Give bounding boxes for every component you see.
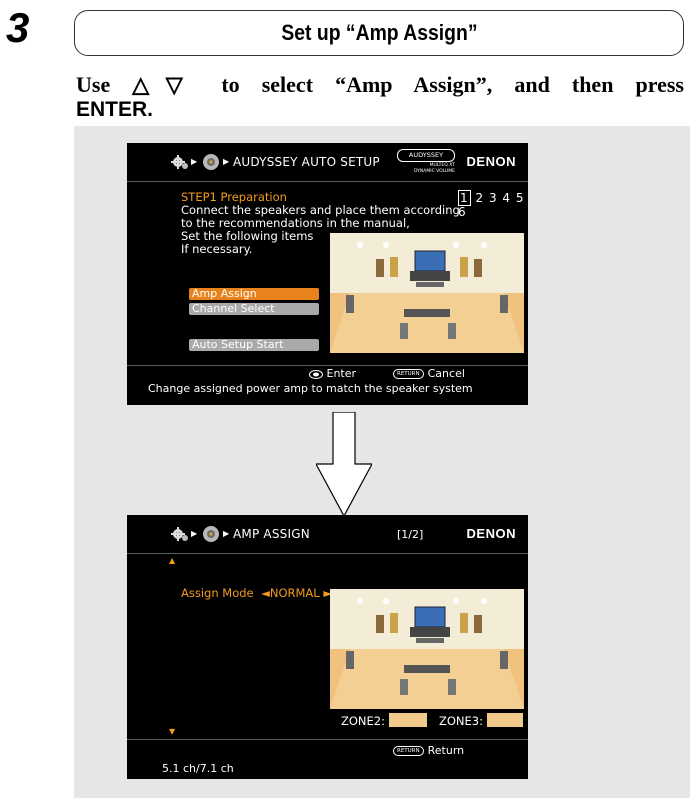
audyssey-logo-name: AUDYSSEY <box>397 149 455 162</box>
gear-icon <box>171 155 188 169</box>
zone3-swatch <box>487 713 523 727</box>
menu-item-amp-assign[interactable]: Amp Assign <box>189 288 319 300</box>
return-label: Return <box>427 744 465 757</box>
instruction-line-1: Use △▽ to select “Amp Assign”, and then … <box>76 72 684 97</box>
menu-item-channel-select[interactable]: Channel Select <box>189 303 319 315</box>
breadcrumb-arrow-icon: ▶ <box>223 157 230 166</box>
down-arrow-icon <box>316 412 372 516</box>
speaker-icon <box>203 526 219 542</box>
step-number: 3 <box>6 4 30 51</box>
amp-assign-screen: ▶ ▶ AMP ASSIGN [1/2] DENON ▲ Assign Mode… <box>127 515 528 779</box>
step-number: 3 <box>488 191 498 205</box>
cancel-label: Cancel <box>427 367 465 380</box>
audyssey-logo-line1: MULTEQ XT <box>429 163 455 168</box>
footer-divider <box>127 739 528 740</box>
guide-text: Change assigned power amp to match the s… <box>148 382 473 395</box>
zone3-label: ZONE3: <box>439 714 483 728</box>
assign-mode-selector[interactable]: ◄NORMAL ► <box>261 587 332 600</box>
screen-header: ▶ ▶ AUDYSSEY AUTO SETUP AUDYSSEY MULTEQ … <box>127 143 528 182</box>
enter-label: Enter <box>326 367 357 380</box>
step-number: 5 <box>515 191 525 205</box>
brand-logo: DENON <box>466 526 516 541</box>
brand-logo: DENON <box>466 154 516 169</box>
gear-icon <box>171 527 188 541</box>
footer-divider <box>127 365 528 366</box>
enter-button-icon <box>309 369 323 379</box>
audyssey-logo: AUDYSSEY MULTEQ XT DYNAMIC VOLUME <box>397 149 455 175</box>
audyssey-auto-setup-screen: ▶ ▶ AUDYSSEY AUTO SETUP AUDYSSEY MULTEQ … <box>127 143 528 405</box>
zone2-swatch <box>389 713 427 727</box>
page-indicator: [1/2] <box>397 528 424 541</box>
breadcrumb-arrow-icon: ▶ <box>223 529 230 538</box>
assign-mode-label: Assign Mode <box>181 586 254 600</box>
step-number: 2 <box>475 191 485 205</box>
header-title: AUDYSSEY AUTO SETUP <box>233 155 380 169</box>
channel-info: 5.1 ch/7.1 ch <box>162 762 234 775</box>
breadcrumb-arrow-icon: ▶ <box>191 157 198 166</box>
screen-header: ▶ ▶ AMP ASSIGN [1/2] DENON <box>127 515 528 554</box>
scroll-down-arrow-icon[interactable]: ▼ <box>169 725 175 738</box>
enter-hint: Enter <box>309 367 356 380</box>
cancel-hint: RETURN Cancel <box>393 367 465 380</box>
step-indicator: 1 2 3 4 5 6 <box>458 190 528 219</box>
speaker-layout-illustration <box>330 233 524 353</box>
return-button-icon: RETURN <box>393 746 424 756</box>
return-button-icon: RETURN <box>393 369 424 379</box>
return-hint: RETURN Return <box>393 744 464 757</box>
zone2-label: ZONE2: <box>341 714 385 728</box>
step-title: Set up “Amp Assign” <box>280 20 478 45</box>
body-text-line: If necessary. <box>181 242 253 256</box>
menu-item-auto-setup-start[interactable]: Auto Setup Start <box>189 339 319 351</box>
header-title: AMP ASSIGN <box>233 527 310 541</box>
instruction-line-2: ENTER. <box>76 98 154 121</box>
speaker-layout-illustration <box>330 589 524 709</box>
speaker-icon <box>203 154 219 170</box>
audyssey-logo-line2: DYNAMIC VOLUME <box>413 169 455 174</box>
step-number-current: 1 <box>458 190 471 206</box>
scroll-up-arrow-icon[interactable]: ▲ <box>169 554 175 567</box>
step-heading-box: Set up “Amp Assign” <box>74 10 684 56</box>
step-number: 4 <box>502 191 512 205</box>
breadcrumb-arrow-icon: ▶ <box>191 529 198 538</box>
